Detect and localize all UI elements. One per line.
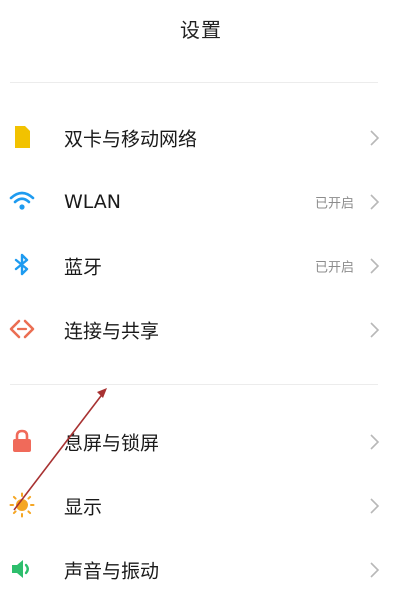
speaker-icon (8, 555, 36, 583)
settings-item-label: WLAN (64, 191, 122, 213)
settings-item-connection-share[interactable]: 连接与共享 (0, 298, 402, 362)
settings-item-status: 已开启 (314, 260, 354, 276)
sun-icon (8, 491, 36, 519)
settings-item-label: 蓝牙 (64, 256, 103, 279)
divider (10, 82, 378, 83)
settings-item-label: 息屏与锁屏 (64, 432, 160, 455)
chevron-right-icon (368, 561, 380, 579)
chevron-right-icon (368, 433, 380, 451)
settings-item-status: 已开启 (314, 196, 354, 212)
lock-icon (8, 427, 36, 455)
bluetooth-icon (8, 251, 36, 279)
header: 设置 (0, 0, 402, 60)
settings-item-bluetooth[interactable]: 蓝牙 已开启 (0, 234, 402, 298)
page-title: 设置 (180, 18, 222, 42)
settings-item-label: 连接与共享 (64, 320, 160, 343)
chevron-right-icon (368, 321, 380, 339)
chevron-right-icon (368, 257, 380, 275)
divider (10, 384, 378, 385)
settings-item-label: 显示 (64, 496, 103, 519)
chevron-right-icon (368, 193, 380, 211)
connection-share-icon (8, 315, 36, 343)
wifi-icon (8, 187, 36, 215)
chevron-right-icon (368, 129, 380, 147)
settings-item-sound-vibration[interactable]: 声音与振动 (0, 538, 402, 602)
settings-item-screen-lock[interactable]: 息屏与锁屏 (0, 410, 402, 474)
settings-item-label: 声音与振动 (64, 560, 160, 583)
settings-item-display[interactable]: 显示 (0, 474, 402, 538)
settings-item-wlan[interactable]: WLAN 已开启 (0, 170, 402, 234)
settings-item-sim-network[interactable]: 双卡与移动网络 (0, 106, 402, 170)
chevron-right-icon (368, 497, 380, 515)
sim-card-icon (8, 123, 36, 151)
settings-item-label: 双卡与移动网络 (64, 128, 198, 151)
